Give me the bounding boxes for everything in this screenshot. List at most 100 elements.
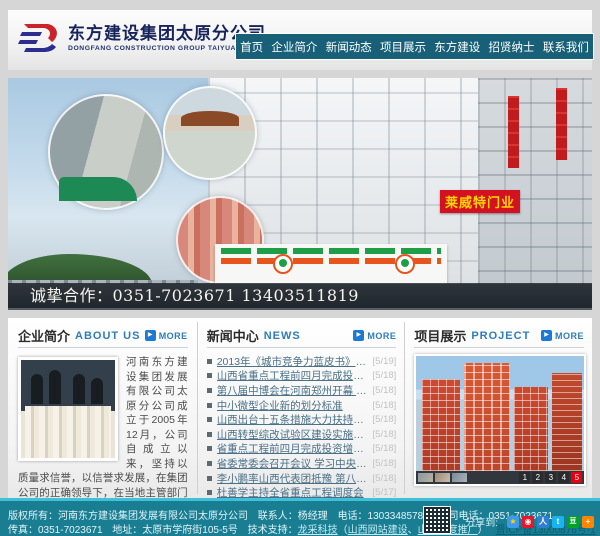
news-date: [5/18] xyxy=(373,473,397,484)
douban-icon[interactable]: 豆 xyxy=(567,516,579,528)
nav-item-home[interactable]: 首页 xyxy=(240,39,263,55)
footer-support-link[interactable]: 龙采科技 xyxy=(298,525,338,536)
about-section: 企业简介 ABOUT US ▶ MORE 河南东方建设集团发展有限公司太原分公司… xyxy=(8,318,197,498)
news-link[interactable]: 2013年《城市竞争力蓝皮书》发布会 xyxy=(217,354,369,369)
banner-red-banner-strip xyxy=(508,96,519,168)
news-link[interactable]: 杜善学主持全省重点工程调度会 xyxy=(217,485,369,498)
photo-building-model xyxy=(25,406,111,458)
about-title-cn: 企业简介 xyxy=(18,326,70,345)
nav-item-contact[interactable]: 联系我们 xyxy=(543,39,589,55)
shop-sign: 莱威特门业 xyxy=(440,190,520,213)
storefront-logo-icon xyxy=(395,254,415,274)
news-date: [5/18] xyxy=(373,400,397,411)
news-row: 山西出台十五条措施大力扶持中小微企业发展 [5/18] xyxy=(207,412,397,427)
project-more-button[interactable]: ▶ MORE xyxy=(541,330,584,341)
news-link[interactable]: 省委常委会召开会议 学习中央关于在全党深 xyxy=(217,456,369,471)
news-date: [5/18] xyxy=(373,458,397,469)
news-link[interactable]: 山西转型综改试验区建设实施方案和行动计划 xyxy=(217,427,369,442)
logo-mark-icon xyxy=(18,20,62,56)
carousel-page-4[interactable]: 4 xyxy=(558,472,569,483)
news-row: 2013年《城市竞争力蓝皮书》发布会 [5/19] xyxy=(207,354,397,369)
about-photo[interactable] xyxy=(18,357,118,461)
news-row: 省重点工程前四月完成投资增长逾九成 [5/18] xyxy=(207,442,397,457)
nav-item-jobs[interactable]: 招贤纳士 xyxy=(489,39,535,55)
news-title-cn: 新闻中心 xyxy=(207,326,259,345)
photo-person xyxy=(31,374,43,404)
share-bar: 分享到: ★ ◉ 人 t 豆 + xyxy=(465,514,594,529)
news-date: [5/18] xyxy=(373,414,397,425)
carousel-pagination: 1 2 3 4 5 xyxy=(517,472,582,483)
hero-banner: 莱威特门业 诚挚合作：0351-7023671 13403511819 xyxy=(8,78,592,310)
header: 东方建设集团太原分公司 DONGFANG CONSTRUCTION GROUP … xyxy=(8,10,592,70)
news-link[interactable]: 中小微型企业新的划分标准 xyxy=(217,398,369,413)
project-header: 项目展示 PROJECT ▶ MORE xyxy=(414,324,584,348)
bullet-icon xyxy=(207,461,212,466)
bullet-icon xyxy=(207,417,212,422)
more-arrow-icon: ▶ xyxy=(353,330,364,341)
project-title-en: PROJECT xyxy=(471,330,530,342)
news-link[interactable]: 李小鹏率山西代表团抵豫 第八届中博会要省 xyxy=(217,471,369,486)
photo-person xyxy=(73,374,85,404)
tencent-weibo-icon[interactable]: t xyxy=(552,516,564,528)
news-list: 2013年《城市竞争力蓝皮书》发布会 [5/19] 山西省重点工程前四月完成投资增… xyxy=(207,354,397,498)
news-row: 山西转型综改试验区建设实施方案和行动计划 [5/18] xyxy=(207,427,397,442)
footer: 版权所有：河南东方建设集团发展有限公司太原分公司 联系人：杨经理 电话：1303… xyxy=(0,498,600,536)
main-nav: 首页 企业简介 新闻动态 项目展示 东方建设 招贤纳士 联系我们 xyxy=(235,33,594,60)
carousel-page-1[interactable]: 1 xyxy=(519,472,530,483)
about-body: 河南东方建设集团发展有限公司太原分公司成立于2005年12月，公司自成立以来，坚… xyxy=(18,355,188,498)
news-link[interactable]: 山西出台十五条措施大力扶持中小微企业发展 xyxy=(217,412,369,427)
footer-sep: 、 xyxy=(408,525,418,536)
footer-support-label: 技术支持： xyxy=(248,525,298,536)
banner-building-right xyxy=(478,78,592,296)
carousel-thumbnail[interactable] xyxy=(435,473,450,482)
bullet-icon xyxy=(207,490,212,495)
news-more-button[interactable]: ▶ MORE xyxy=(353,330,396,341)
bullet-icon xyxy=(207,446,212,451)
more-label: MORE xyxy=(367,331,396,341)
carousel-page-5-active[interactable]: 5 xyxy=(571,472,582,483)
storefront-awning xyxy=(215,244,447,284)
carousel-page-3[interactable]: 3 xyxy=(545,472,556,483)
carousel-page-2[interactable]: 2 xyxy=(532,472,543,483)
footer-support-link2[interactable]: 山西网站建设 xyxy=(348,525,408,536)
project-tower xyxy=(514,387,548,471)
news-link[interactable]: 山西省重点工程前四月完成投资增长逾九成 xyxy=(217,368,369,383)
more-arrow-icon: ▶ xyxy=(145,330,156,341)
about-more-button[interactable]: ▶ MORE xyxy=(145,330,188,341)
bullet-icon xyxy=(207,388,212,393)
page: 东方建设集团太原分公司 DONGFANG CONSTRUCTION GROUP … xyxy=(0,0,600,536)
news-row: 省委常委会召开会议 学习中央关于在全党深 [5/18] xyxy=(207,456,397,471)
renren-icon[interactable]: 人 xyxy=(537,516,549,528)
bullet-icon xyxy=(207,373,212,378)
news-date: [5/19] xyxy=(373,356,397,367)
banner-photo-circle-2 xyxy=(163,86,257,180)
nav-item-projects[interactable]: 项目展示 xyxy=(380,39,426,55)
qr-code xyxy=(423,506,451,534)
bullet-icon xyxy=(207,403,212,408)
news-date: [5/18] xyxy=(373,385,397,396)
qr-pattern xyxy=(424,507,450,533)
qzone-icon[interactable]: ★ xyxy=(507,516,519,528)
nav-item-about[interactable]: 企业简介 xyxy=(271,39,317,55)
news-header: 新闻中心 NEWS ▶ MORE xyxy=(207,324,397,348)
share-label: 分享到: xyxy=(465,514,498,529)
nav-item-news[interactable]: 新闻动态 xyxy=(326,39,372,55)
news-date: [5/18] xyxy=(373,443,397,454)
news-section: 新闻中心 NEWS ▶ MORE 2013年《城市竞争力蓝皮书》发布会 [5/19… xyxy=(198,318,405,498)
project-carousel-image[interactable]: 1 2 3 4 5 xyxy=(414,354,586,486)
share-more-icon[interactable]: + xyxy=(582,516,594,528)
news-row: 第八届中博会在河南郑州开幕 汪洋视察山西 [5/18] xyxy=(207,383,397,398)
carousel-thumbnail[interactable] xyxy=(452,473,467,482)
footer-paren: （ xyxy=(338,525,348,536)
news-row: 中小微型企业新的划分标准 [5/18] xyxy=(207,398,397,413)
news-link[interactable]: 省重点工程前四月完成投资增长逾九成 xyxy=(217,441,369,456)
news-link[interactable]: 第八届中博会在河南郑州开幕 汪洋视察山西 xyxy=(217,383,369,398)
bullet-icon xyxy=(207,476,212,481)
nav-item-dongfang[interactable]: 东方建设 xyxy=(434,39,480,55)
sina-weibo-icon[interactable]: ◉ xyxy=(522,516,534,528)
carousel-strip: 1 2 3 4 5 xyxy=(416,471,584,484)
carousel-thumbnail[interactable] xyxy=(418,473,433,482)
news-date: [5/18] xyxy=(373,429,397,440)
banner-red-banner-strip xyxy=(556,88,567,160)
project-tower xyxy=(552,373,582,471)
